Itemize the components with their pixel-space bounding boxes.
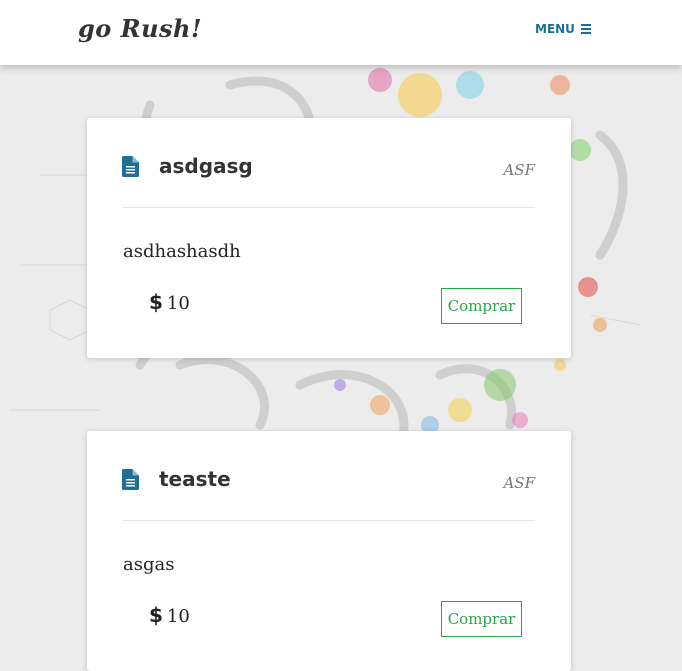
dollar-icon: $: [149, 603, 163, 627]
bars-icon: [580, 24, 591, 34]
buy-button[interactable]: Comprar: [441, 288, 522, 324]
product-description: asgas: [123, 554, 175, 575]
brand-logo[interactable]: go Rush!: [78, 14, 202, 43]
product-price: $ 10: [149, 603, 190, 627]
top-navbar: go Rush! MENU: [0, 0, 682, 65]
product-price: $ 10: [149, 290, 190, 314]
divider: [123, 520, 535, 521]
product-title: teaste: [159, 467, 231, 491]
divider: [123, 207, 535, 208]
document-icon: [122, 156, 139, 177]
product-tag: ASF: [503, 474, 535, 492]
price-amount: 10: [166, 606, 190, 627]
document-icon: [122, 469, 139, 490]
product-tag: ASF: [503, 161, 535, 179]
product-card: teaste ASF asgas $ 10 Comprar: [87, 431, 571, 671]
product-card: asdgasg ASF asdhashasdh $ 10 Comprar: [87, 118, 571, 358]
menu-label: MENU: [535, 22, 575, 36]
product-description: asdhashasdh: [123, 241, 241, 262]
price-amount: 10: [166, 293, 190, 314]
menu-button[interactable]: MENU: [535, 22, 591, 36]
product-title: asdgasg: [159, 154, 253, 178]
dollar-icon: $: [149, 290, 163, 314]
buy-button[interactable]: Comprar: [441, 601, 522, 637]
